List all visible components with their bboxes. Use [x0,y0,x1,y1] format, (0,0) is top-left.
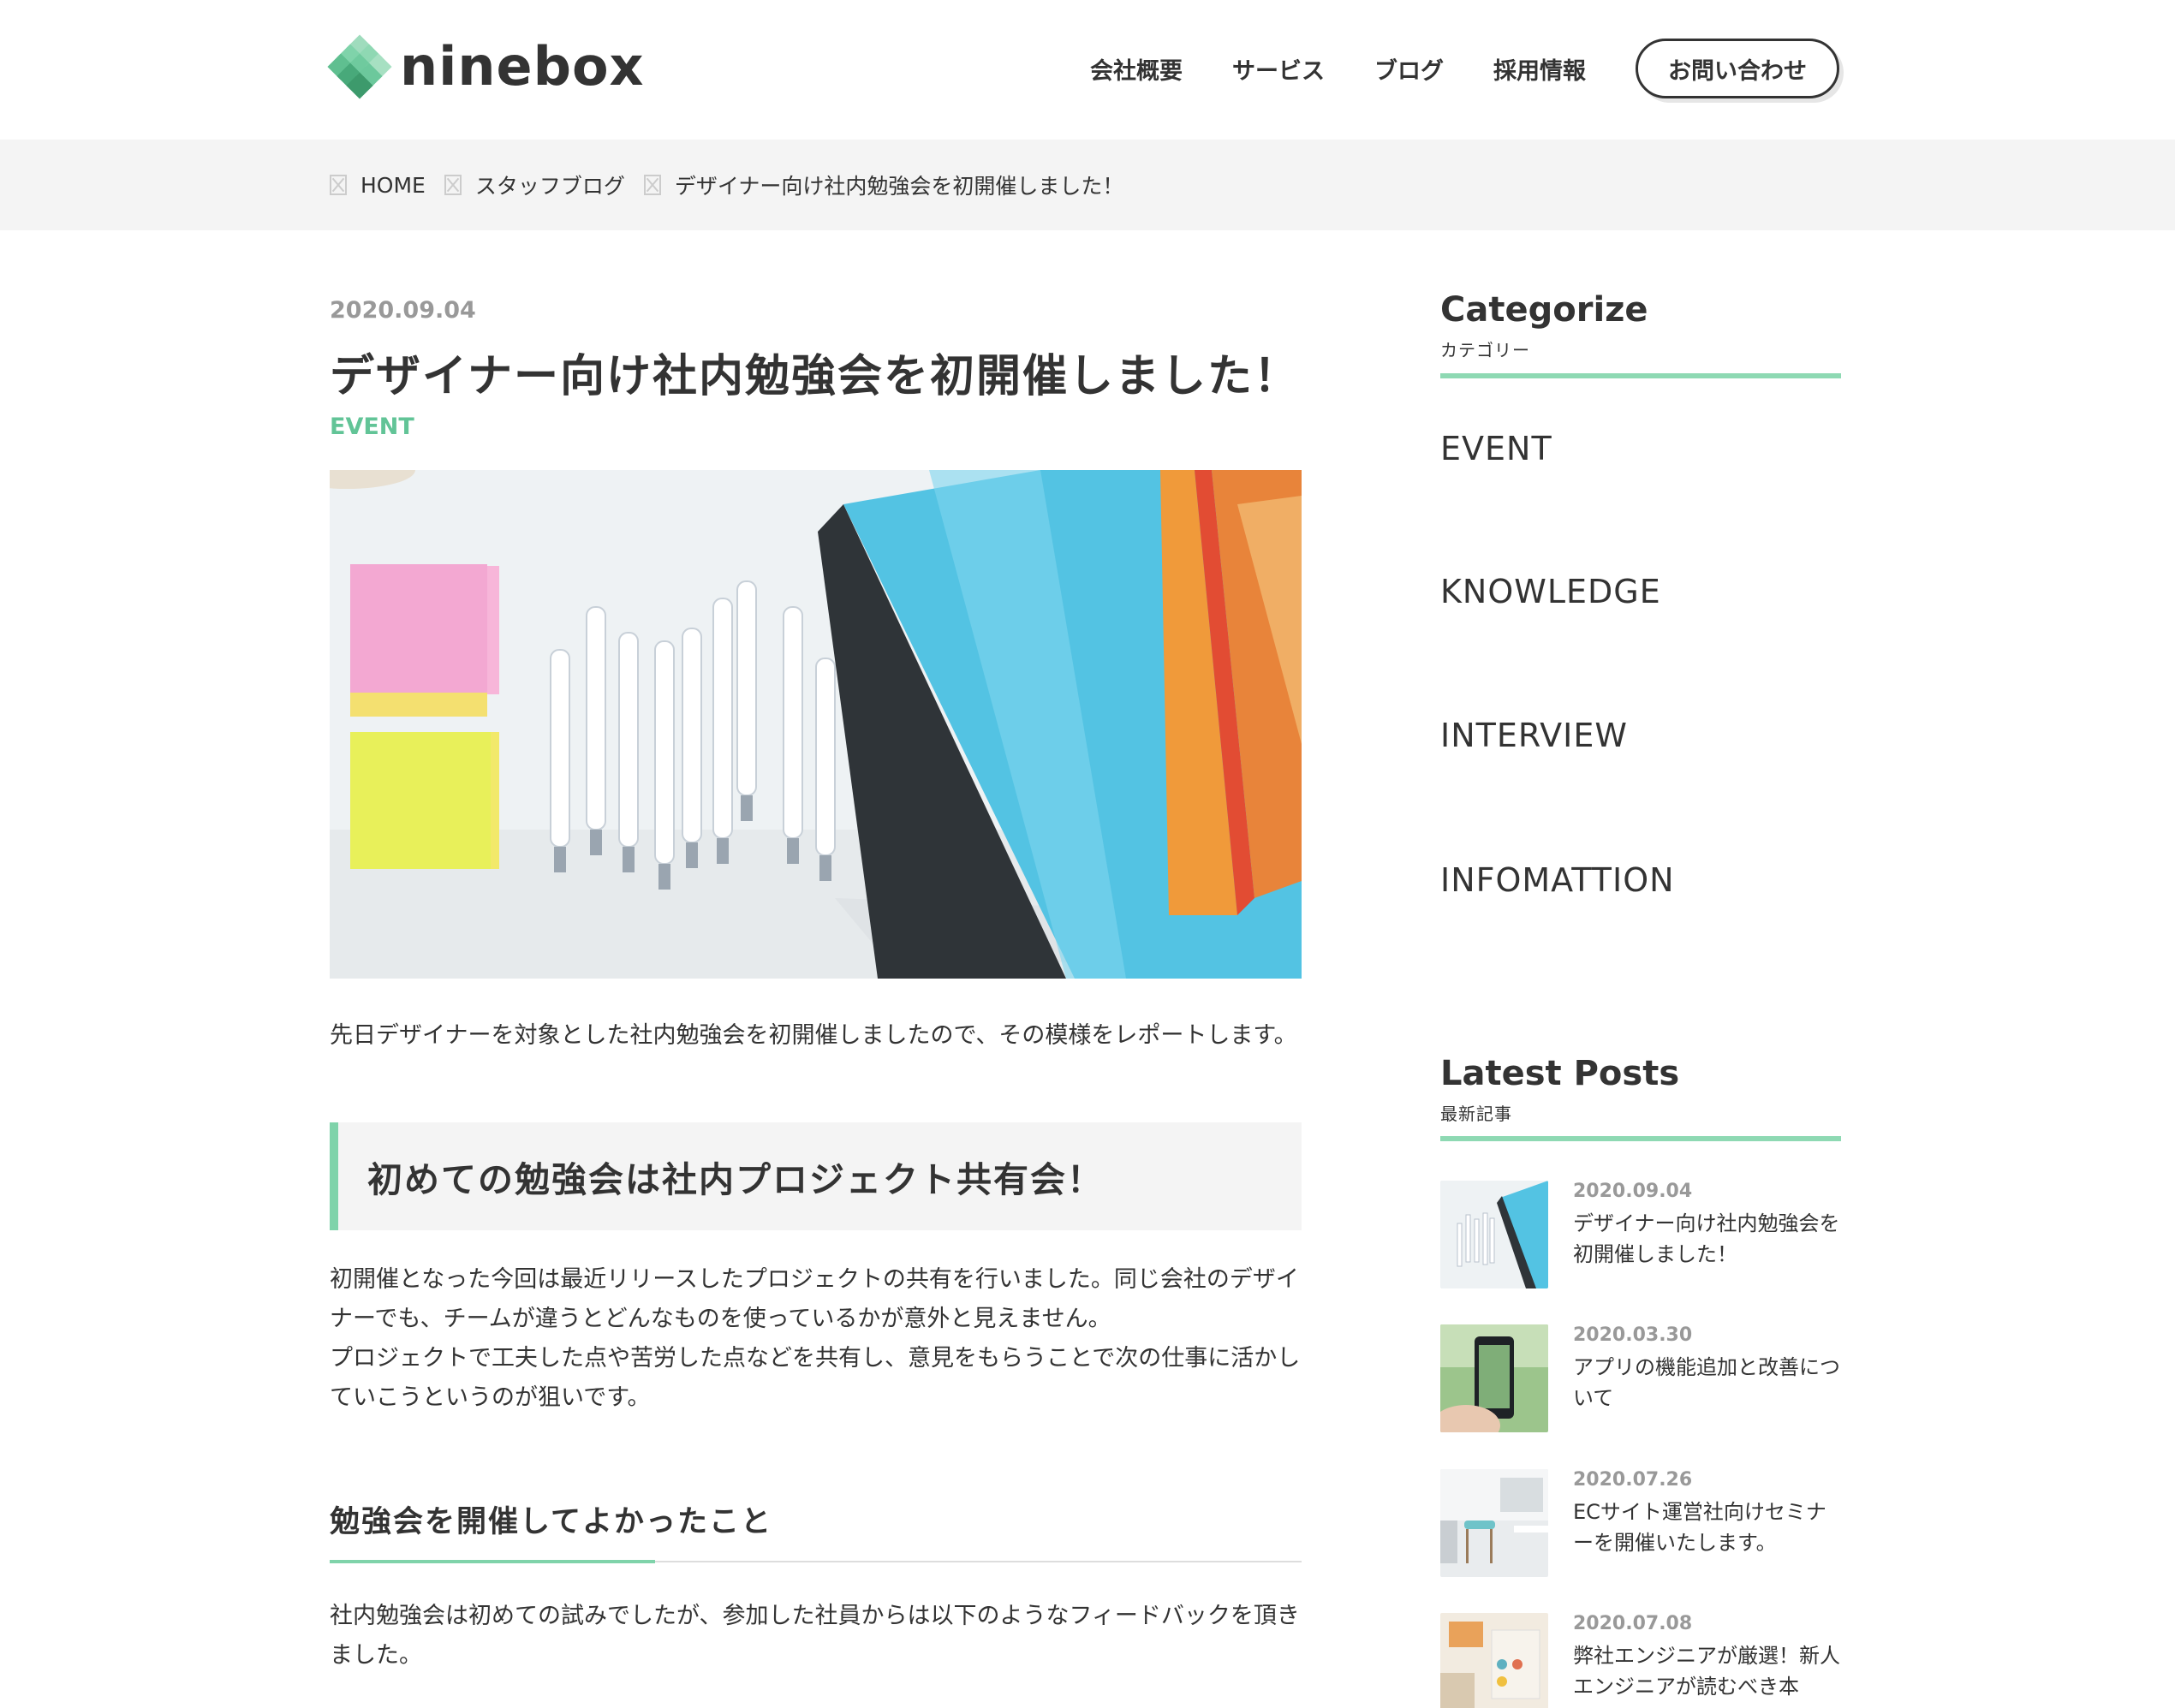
post-thumbnail [1440,1324,1548,1432]
nav-item-blog[interactable]: ブログ [1374,52,1444,86]
contact-button[interactable]: お問い合わせ [1636,39,1839,98]
post-title: 弊社エンジニアが厳選！新人エンジニアが読むべき本 [1573,1644,1840,1699]
categorize-subtitle: カテゴリー [1440,340,1530,360]
category-item-information[interactable]: INFOMATTION [1440,861,1675,899]
post-date: 2020.03.30 [1573,1324,1693,1346]
categorize-underline [1440,373,1841,378]
post-thumbnail [1440,1181,1548,1288]
breadcrumb-blog[interactable]: スタッフブログ [475,170,625,200]
heading-underline [330,1560,1302,1563]
category-item-event[interactable]: EVENT [1440,430,1552,467]
breadcrumb-separator-icon [330,175,347,195]
nav-item-recruit[interactable]: 採用情報 [1493,52,1586,86]
nav-item-service[interactable]: サービス [1232,52,1325,86]
hero-image [330,470,1302,979]
breadcrumb-current: デザイナー向け社内勉強会を初開催しました！ [674,174,1124,199]
paragraph-line: プロジェクトで工夫した点や苦労した点などを共有し、意見をもらうことで次の仕事に活… [330,1345,1301,1411]
breadcrumb: HOME スタッフブログ デザイナー向け社内勉強会を初開催しました！ [0,140,2175,230]
section-heading-2: 勉強会を開催してよかったこと [330,1505,772,1539]
logo[interactable]: ninebox [327,33,645,99]
section-heading-1: 初めての勉強会は社内プロジェクト共有会！ [330,1122,1302,1230]
post-date: 2020.09.04 [1573,1181,1693,1202]
main-nav: 会社概要 サービス ブログ 採用情報 お問い合わせ [1090,39,1839,98]
post-thumbnail [1440,1613,1548,1708]
latest-post-item[interactable]: 2020.03.30 アプリの機能追加と改善について [1440,1324,1841,1436]
nav-item-company[interactable]: 会社概要 [1090,52,1183,86]
post-title: ECサイト運営社向けセミナーを開催いたします。 [1573,1500,1826,1555]
section-paragraph-1: 初開催となった今回は最近リリースしたプロジェクトの共有を行いました。同じ会社のデ… [330,1260,1302,1418]
logo-mark-icon [327,33,392,99]
post-title: デザイナー向け社内勉強会を初開催しました！ [1573,1211,1840,1266]
breadcrumb-separator-icon [643,175,661,195]
latest-post-item[interactable]: 2020.07.08 弊社エンジニアが厳選！新人エンジニアが読むべき本 [1440,1613,1841,1708]
site-header: ninebox 会社概要 サービス ブログ 採用情報 お問い合わせ [0,0,2175,140]
post-title: デザイナー向け社内勉強会を初開催しました！ [330,351,1300,402]
breadcrumb-separator-icon [444,175,462,195]
post-title: アプリの機能追加と改善について [1573,1355,1840,1410]
post-date: 2020.07.08 [1573,1613,1693,1634]
category-item-knowledge[interactable]: KNOWLEDGE [1440,573,1661,610]
categorize-title: Categorize [1440,290,1648,330]
post-thumbnail [1440,1469,1548,1577]
latest-posts-title: Latest Posts [1440,1054,1680,1093]
logo-text: ninebox [400,35,645,98]
section-paragraph-2: 社内勉強会は初めての試みでしたが、参加した社員からは以下のようなフィードバックを… [330,1603,1300,1669]
post-category[interactable]: EVENT [330,414,414,440]
post-date: 2020.09.04 [330,297,476,324]
latest-posts-underline [1440,1136,1841,1141]
latest-post-item[interactable]: 2020.07.26 ECサイト運営社向けセミナーを開催いたします。 [1440,1469,1841,1580]
breadcrumb-home[interactable]: HOME [361,173,426,198]
latest-post-item[interactable]: 2020.09.04 デザイナー向け社内勉強会を初開催しました！ [1440,1181,1841,1292]
paragraph-line: 初開催となった今回は最近リリースしたプロジェクトの共有を行いました。同じ会社のデ… [330,1266,1299,1332]
latest-posts-subtitle: 最新記事 [1440,1104,1512,1124]
hero-image-illustration [330,470,1302,979]
intro-paragraph: 先日デザイナーを対象とした社内勉強会を初開催しましたので、その模様をレポートしま… [330,1022,1297,1049]
category-item-interview[interactable]: INTERVIEW [1440,717,1628,754]
post-date: 2020.07.26 [1573,1469,1693,1491]
